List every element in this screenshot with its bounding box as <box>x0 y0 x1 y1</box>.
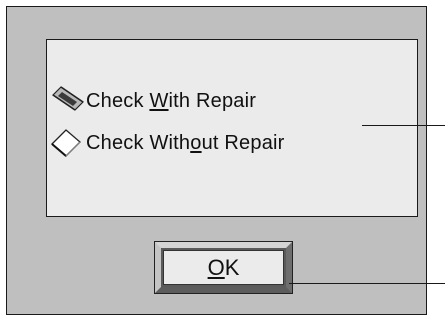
ok-button[interactable]: OK <box>154 241 293 294</box>
check-without-repair-label: Check Without Repair <box>86 131 285 154</box>
check-without-repair-option[interactable]: Check Without Repair <box>50 128 285 158</box>
ok-button-label: OK <box>163 250 284 285</box>
options-callout-line <box>362 125 445 126</box>
check-with-repair-option[interactable]: Check With Repair <box>50 86 256 116</box>
mnemonic-o: o <box>190 131 202 154</box>
mnemonic-w: W <box>149 89 169 112</box>
check-with-repair-label: Check With Repair <box>86 89 257 112</box>
unselected-diamond-radio-icon <box>51 129 81 157</box>
selected-diamond-radio-icon <box>52 86 84 111</box>
ok-callout-line <box>289 283 445 284</box>
